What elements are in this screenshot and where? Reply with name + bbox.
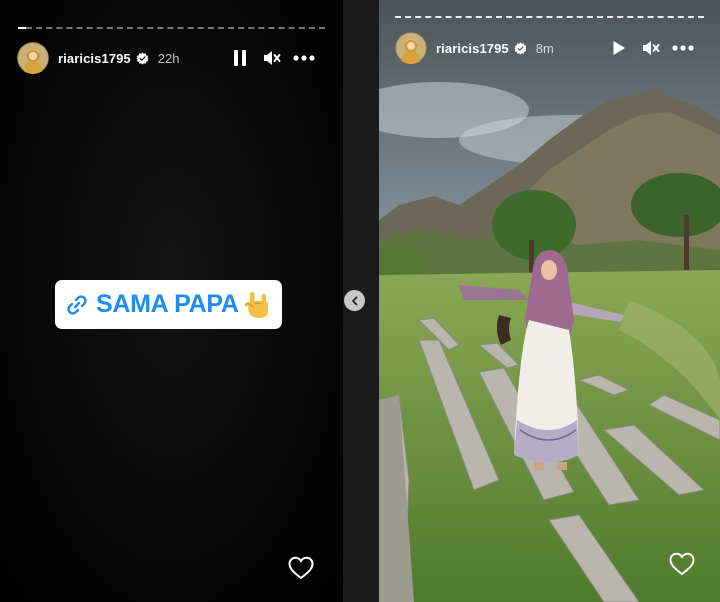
username[interactable]: riaricis1795 [58,51,131,66]
story-controls [598,38,694,58]
more-dots-icon[interactable] [293,48,315,68]
progress-remaining [395,16,704,18]
speaker-muted-icon[interactable] [261,48,283,68]
story-left[interactable]: riaricis1795 22h SAMA PAPA [0,0,343,602]
pause-icon[interactable] [229,48,251,68]
post-time: 22h [157,50,180,66]
verified-badge-icon [136,52,149,64]
progress-remaining [26,27,325,29]
post-time: 8m [535,40,554,56]
previous-story-button[interactable] [344,290,365,311]
username[interactable]: riaricis1795 [436,41,509,56]
verified-badge-icon [514,42,527,54]
link-sticker-text: SAMA PAPA [96,290,239,318]
link-icon [67,294,87,315]
avatar[interactable] [395,32,427,64]
rock-on-hand-icon [244,291,268,318]
story-progress-bar [18,27,325,29]
speaker-muted-icon[interactable] [640,38,662,58]
story-photo [379,0,720,602]
progress-filled [18,27,26,29]
story-header: riaricis1795 22h [17,42,179,74]
more-dots-icon[interactable] [672,38,694,58]
story-progress-bar [395,16,704,18]
story-right[interactable]: riaricis1795 8m [379,0,720,602]
heart-icon[interactable] [288,556,314,580]
link-sticker[interactable]: SAMA PAPA [55,280,282,329]
heart-icon[interactable] [669,552,695,576]
chevron-left-icon [351,296,357,305]
play-icon[interactable] [608,38,630,58]
avatar[interactable] [17,42,49,74]
story-header: riaricis1795 8m [395,32,554,64]
story-controls [219,48,315,68]
